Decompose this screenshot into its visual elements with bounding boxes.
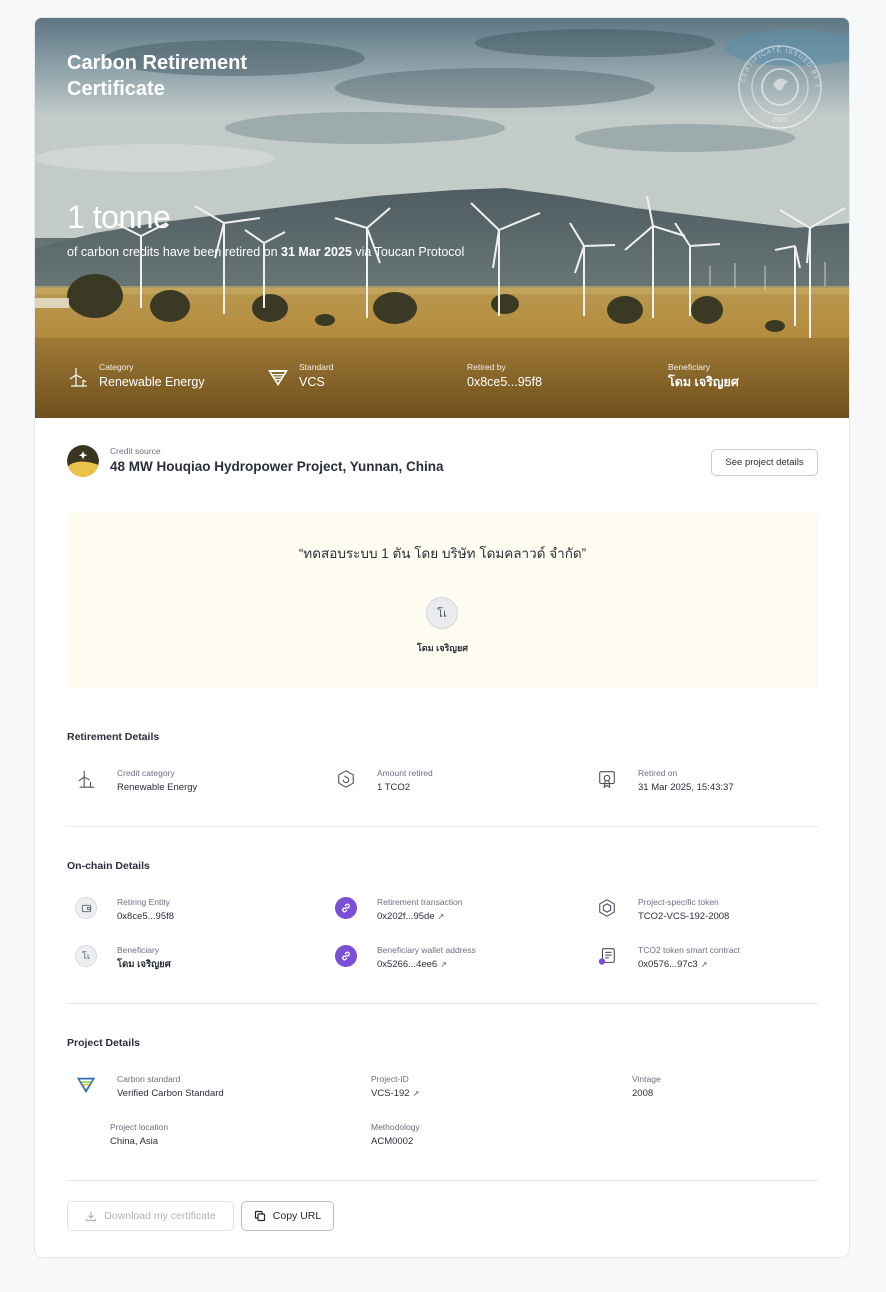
link-icon [335,897,357,919]
standard-value: VCS [299,375,325,389]
beneficiary-wallet-link[interactable]: 0x5266...4ee6 [377,959,437,970]
beneficiary-value: โดม เจริญยศ [668,375,739,389]
wind-turbine-icon [69,368,87,387]
hero-meta-retired-by: Retired by 0x8ce5...95f8 [467,362,543,389]
retired-by-value: 0x8ce5...95f8 [467,375,543,389]
smart-contract-link[interactable]: 0x0576...97c3 [638,959,698,970]
smart-contract-icon [598,948,615,965]
external-link-icon[interactable]: ↗ [701,960,708,969]
project-id-link[interactable]: VCS-192 [371,1088,410,1099]
project-logo-icon [67,445,99,477]
wind-turbine-icon [78,770,95,788]
hero-banner: Carbon Retirement Certificate CERTIFICAT… [35,18,849,418]
external-link-icon[interactable]: ↗ [438,912,445,921]
category-value: Renewable Energy [99,375,205,389]
detail-retired-on: Retired on 31 Mar 2025, 15:43:37 [596,768,734,795]
divider [67,826,818,827]
credit-source: Credit source 48 MW Houqiao Hydropower P… [67,445,444,477]
retirement-details-title: Retirement Details [67,731,160,743]
detail-smart-contract: TCO2 token smart contract 0x0576...97c3 ↗ [596,945,740,972]
message-author: โดม เจริญยศ [417,643,468,653]
recycle-hexagon-icon [338,770,354,788]
copy-url-button[interactable]: Copy URL [241,1201,334,1231]
vcs-logo-icon [268,370,288,386]
detail-vintage: Vintage 2008 [632,1074,661,1099]
detail-beneficiary-wallet: Beneficiary wallet address 0x5266...4ee6… [335,945,476,972]
project-details-title: Project Details [67,1037,140,1049]
detail-carbon-standard: Carbon standard Verified Carbon Standard [75,1074,224,1101]
detail-methodology: Methodology ACM0002 [371,1122,420,1147]
certificate-icon [599,771,615,789]
hero-meta-standard: Standard VCS [267,362,334,391]
certificate-card: Carbon Retirement Certificate CERTIFICAT… [34,17,850,1258]
toucan-seal-icon: CERTIFICATE ISSUED BY TOUCAN 2025 [737,44,822,129]
avatar: โเ [426,597,458,629]
detail-project-location: Project location China, Asia [110,1122,169,1147]
onchain-details-title: On-chain Details [67,860,150,872]
vcs-logo-icon [76,1077,96,1094]
token-hexagon-icon [599,899,615,917]
retired-date: 31 Mar 2025 [281,245,352,259]
detail-credit-category: Credit category Renewable Energy [75,768,197,795]
retired-amount: 1 tonne [67,199,171,235]
external-link-icon[interactable]: ↗ [440,960,447,969]
retirement-message-box: “ทดสอบระบบ 1 ตัน โดย บริษัท โดมคลาวด์ จำ… [67,513,818,688]
wallet-icon [75,897,97,919]
detail-retiring-entity: Retiring Entity 0x8ce5...95f8 [75,897,174,924]
detail-project-id: Project-ID VCS-192 ↗ [371,1074,420,1099]
avatar: โเ [75,945,97,967]
external-link-icon[interactable]: ↗ [413,1089,420,1098]
detail-project-token: Project-specific token TCO2-VCS-192-2008 [596,897,729,924]
hero-meta-category: Category Renewable Energy [67,362,205,391]
detail-beneficiary: โเ Beneficiary โดม เจริญยศ [75,945,171,972]
retired-summary: of carbon credits have been retired on 3… [67,245,465,259]
download-certificate-button[interactable]: Download my certificate [67,1201,234,1231]
retirement-transaction-link[interactable]: 0x202f...95de [377,911,435,922]
project-name: 48 MW Houqiao Hydropower Project, Yunnan… [110,459,444,474]
detail-amount-retired: Amount retired 1 TCO2 [335,768,433,795]
divider [67,1180,818,1181]
divider [67,1003,818,1004]
copy-icon [254,1210,265,1222]
detail-retirement-transaction: Retirement transaction 0x202f...95de ↗ [335,897,463,924]
seal-year: 2025 [772,117,788,124]
link-icon [335,945,357,967]
certificate-title: Carbon Retirement Certificate [67,52,248,100]
see-project-details-button[interactable]: See project details [711,449,818,476]
retirement-message: “ทดสอบระบบ 1 ตัน โดย บริษัท โดมคลาวด์ จำ… [298,546,587,561]
download-icon [86,1211,97,1222]
hero-meta-beneficiary: Beneficiary โดม เจริญยศ [668,362,739,389]
